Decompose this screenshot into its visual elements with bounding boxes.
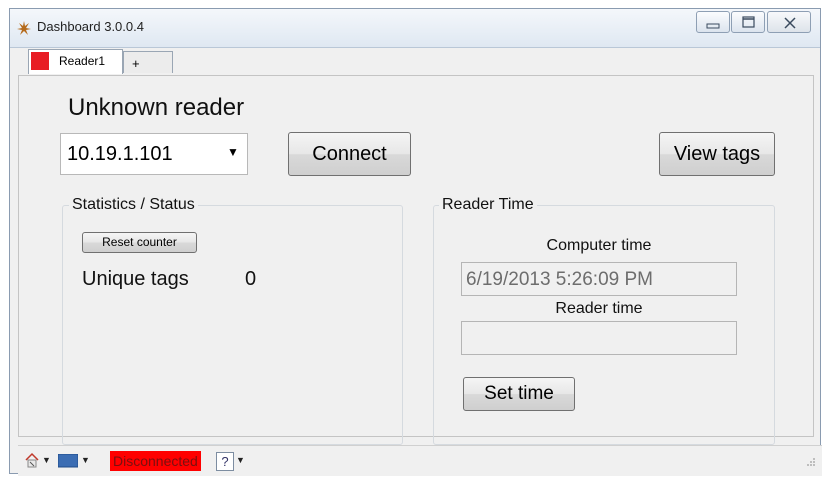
dashboard-window: Dashboard 3.0.0.4 Reader1 + Unknown read… (9, 8, 822, 476)
maximize-button[interactable] (731, 11, 765, 33)
unique-tags-value: 0 (245, 268, 257, 290)
tab-reader1-label: Reader1 (59, 54, 106, 68)
reader-color-swatch (31, 52, 49, 70)
window-title: Dashboard 3.0.0.4 (37, 19, 144, 34)
computer-time-value: 6/19/2013 5:26:09 PM (466, 269, 653, 290)
ip-address-value: 10.19.1.101 (67, 143, 173, 165)
minimize-icon (706, 23, 720, 29)
reader-time-label: Reader time (555, 300, 643, 317)
statistics-group-label: Statistics / Status (69, 196, 198, 214)
minimize-button[interactable] (696, 11, 730, 33)
help-icon[interactable]: ? (216, 452, 234, 471)
close-button[interactable] (767, 11, 811, 33)
title-bar: Dashboard 3.0.0.4 (10, 9, 820, 48)
monitor-icon[interactable] (57, 453, 79, 473)
reader-time-field[interactable] (461, 321, 737, 355)
reader-name-heading: Unknown reader (68, 94, 245, 121)
app-logo-icon (16, 20, 32, 36)
add-tab-button[interactable]: + (123, 51, 173, 73)
tab-reader1[interactable]: Reader1 (28, 49, 123, 74)
home-icon[interactable] (24, 451, 40, 474)
help-dropdown-arrow-icon[interactable]: ▼ (236, 455, 245, 465)
reset-counter-button[interactable]: Reset counter (82, 232, 197, 253)
reader-time-group-label: Reader Time (439, 196, 537, 214)
status-bar: ▼ ▼ Disconnected ? ▼ (18, 445, 822, 476)
tab-strip: Reader1 + (10, 49, 820, 75)
maximize-icon (742, 16, 755, 28)
set-time-button[interactable]: Set time (463, 377, 575, 411)
dropdown-arrow-icon: ▼ (227, 145, 239, 159)
add-tab-label: + (132, 56, 140, 71)
connect-button[interactable]: Connect (288, 132, 411, 176)
resize-grip-icon[interactable] (806, 454, 816, 472)
computer-time-field[interactable]: 6/19/2013 5:26:09 PM (461, 262, 737, 296)
unique-tags-label: Unique tags (82, 268, 189, 290)
home-dropdown-arrow-icon[interactable]: ▼ (42, 455, 51, 465)
monitor-dropdown-arrow-icon[interactable]: ▼ (81, 455, 90, 465)
computer-time-label: Computer time (546, 237, 652, 254)
view-tags-button[interactable]: View tags (659, 132, 775, 176)
ip-address-dropdown[interactable]: 10.19.1.101 ▼ (60, 133, 248, 175)
close-icon (784, 17, 796, 29)
connection-status-badge: Disconnected (110, 451, 201, 471)
